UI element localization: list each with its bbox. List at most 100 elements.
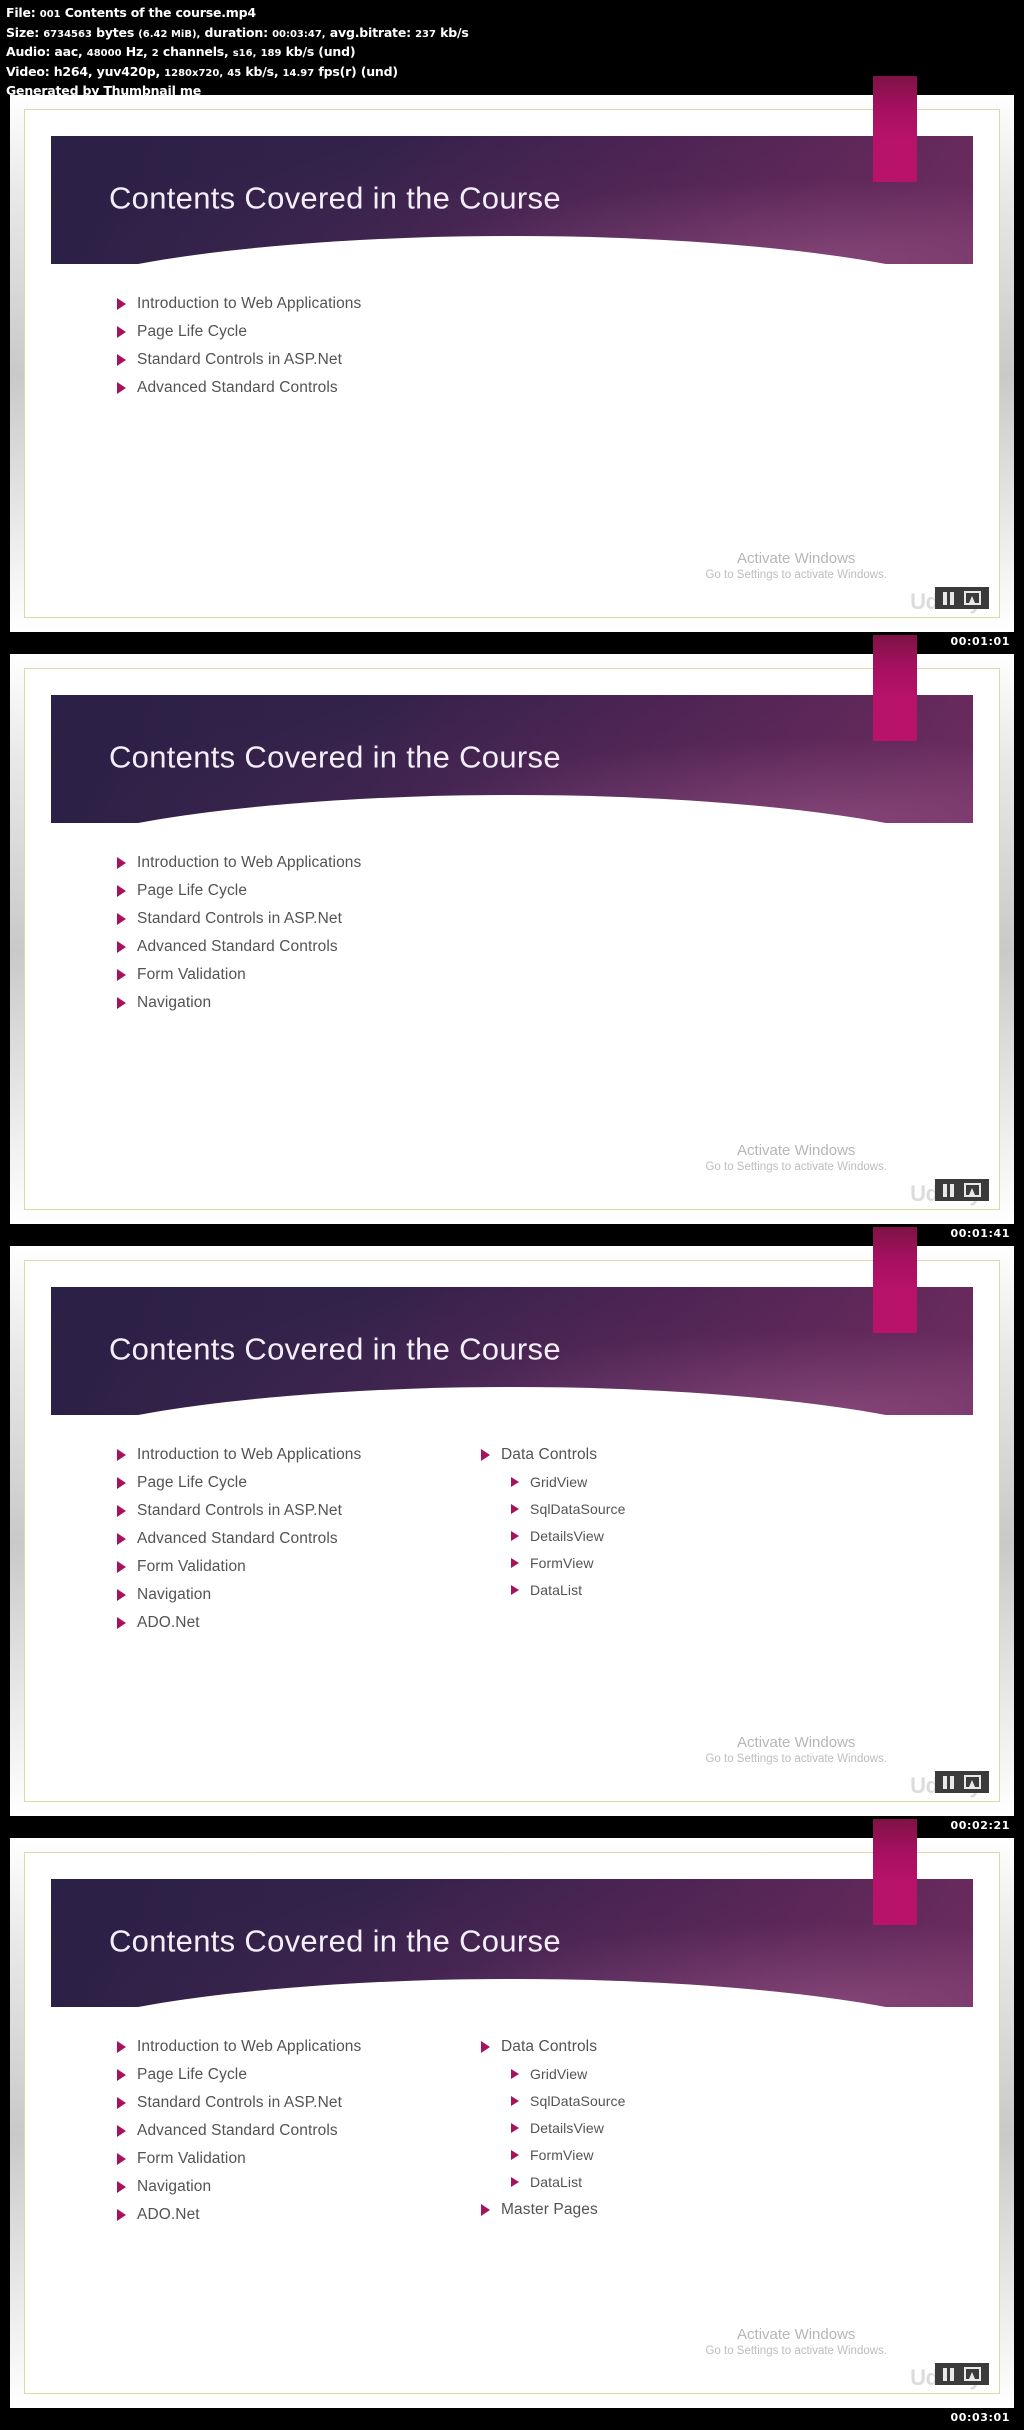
slide-title-banner: Contents Covered in the Course: [51, 1287, 973, 1415]
pause-icon[interactable]: [943, 1775, 954, 1789]
slide-title-banner: Contents Covered in the Course: [51, 136, 973, 264]
slide-thumbnail[interactable]: Contents Covered in the Course Introducti…: [0, 635, 1024, 1246]
bullet-label: Data Controls: [501, 1446, 598, 1463]
triangle-bullet-icon: [511, 2150, 519, 2160]
bullet-column-right: Data Controls GridView SqlDataSource Detail…: [455, 2037, 885, 2233]
player-overlay-controls[interactable]: [935, 1179, 989, 1201]
bullet-item: Page Life Cycle: [117, 881, 455, 900]
timestamp-bar: 00:01:41: [0, 1224, 1024, 1246]
meta-size-value: 6734563: [43, 28, 92, 40]
activate-windows-watermark: Activate Windows Go to Settings to activa…: [705, 549, 887, 583]
player-overlay-controls[interactable]: [935, 1771, 989, 1793]
bullet-label: Introduction to Web Applications: [137, 854, 362, 871]
triangle-bullet-icon: [481, 1449, 490, 1461]
bullet-column-left: Introduction to Web Applications Page Lif…: [25, 1445, 455, 1641]
slide-timestamp: 00:03:01: [950, 2411, 1010, 2424]
bullet-label: Master Pages: [501, 2201, 598, 2218]
slide-thumbnail[interactable]: Contents Covered in the Course Introducti…: [0, 76, 1024, 654]
slide-frame: Contents Covered in the Course Introducti…: [10, 1819, 1014, 2408]
bullet-item: Page Life Cycle: [117, 1473, 455, 1492]
player-overlay-controls[interactable]: [935, 2363, 989, 2385]
slide-thumbnail[interactable]: Contents Covered in the Course Introducti…: [0, 1819, 1024, 2430]
slide-timestamp: 00:01:41: [950, 1227, 1010, 1240]
slide-frame: Contents Covered in the Course Introducti…: [10, 76, 1014, 632]
bullet-item: FormView: [511, 1554, 885, 1573]
bullet-item: Advanced Standard Controls: [117, 937, 455, 956]
triangle-bullet-icon: [511, 2177, 519, 2187]
bullet-label: ADO.Net: [137, 1614, 200, 1631]
slide-canvas: Contents Covered in the Course Introducti…: [24, 1227, 1000, 1802]
bullet-label: GridView: [530, 1474, 588, 1490]
meta-audio-label: Audio:: [6, 44, 51, 59]
bullet-label: Advanced Standard Controls: [137, 1530, 338, 1547]
bullet-item: Page Life Cycle: [117, 322, 455, 341]
bullet-label: Page Life Cycle: [137, 882, 248, 899]
bullet-label: Data Controls: [501, 2038, 598, 2055]
triangle-bullet-icon: [117, 2153, 126, 2165]
meta-video-fps-unit: fps(r) (und): [318, 63, 398, 79]
slide-content-body: Introduction to Web Applications Page Lif…: [25, 2007, 999, 2233]
bullet-label: FormView: [530, 2147, 594, 2163]
slide-title: Contents Covered in the Course: [109, 739, 561, 775]
triangle-bullet-icon: [511, 1531, 519, 1541]
slide-content-body: Introduction to Web Applications Page Lif…: [25, 823, 999, 1021]
pause-icon[interactable]: [943, 591, 954, 605]
bullet-item: Navigation: [117, 1585, 455, 1604]
timestamp-bar: 00:03:01: [0, 2408, 1024, 2430]
bullet-label: Standard Controls in ASP.Net: [137, 2094, 342, 2111]
bullet-label: DataList: [530, 1582, 583, 1598]
bullet-item: Standard Controls in ASP.Net: [117, 2093, 455, 2112]
meta-duration-label: duration:: [204, 24, 269, 40]
slide-thumbnail[interactable]: Contents Covered in the Course Introducti…: [0, 1227, 1024, 1838]
activate-windows-title: Activate Windows: [737, 1734, 856, 1751]
meta-video-resolution: 1280x720,: [164, 67, 224, 79]
bullet-column-left: Introduction to Web Applications Page Lif…: [25, 294, 455, 406]
bullet-label: Navigation: [137, 994, 212, 1011]
triangle-bullet-icon: [481, 2041, 490, 2053]
bullet-item: Form Validation: [117, 2149, 455, 2168]
meta-size-unit: bytes: [96, 24, 135, 40]
pause-icon[interactable]: [943, 1183, 954, 1197]
bullet-label: DetailsView: [530, 1528, 604, 1544]
triangle-bullet-icon: [117, 354, 126, 366]
triangle-bullet-icon: [117, 2097, 126, 2109]
triangle-bullet-icon: [511, 2123, 519, 2133]
bullet-item: FormView: [511, 2146, 885, 2165]
slide-title-banner: Contents Covered in the Course: [51, 1879, 973, 2007]
present-screen-icon[interactable]: [964, 2367, 981, 2381]
triangle-bullet-icon: [117, 997, 126, 1009]
triangle-bullet-icon: [117, 969, 126, 981]
accent-tab: [873, 635, 917, 741]
bullet-item: Standard Controls in ASP.Net: [117, 909, 455, 928]
bullet-item: GridView: [511, 1473, 885, 1492]
timestamp-bar: 00:01:01: [0, 632, 1024, 654]
meta-file-index: 001: [39, 9, 61, 20]
triangle-bullet-icon: [511, 1504, 519, 1514]
present-screen-icon[interactable]: [964, 1183, 981, 1197]
bullet-item: DetailsView: [511, 2119, 885, 2138]
slide-title-banner: Contents Covered in the Course: [51, 695, 973, 823]
activate-windows-subtitle: Go to Settings to activate Windows.: [705, 1161, 887, 1173]
bullet-column-left: Introduction to Web Applications Page Lif…: [25, 2037, 455, 2233]
bullet-label: Standard Controls in ASP.Net: [137, 910, 342, 927]
slide-thumbnail-list: Contents Covered in the Course Introducti…: [0, 76, 1024, 2430]
bullet-label: Form Validation: [137, 966, 246, 983]
pause-icon[interactable]: [943, 2367, 954, 2381]
slide-frame: Contents Covered in the Course Introducti…: [10, 1227, 1014, 1816]
bullet-item: Data Controls: [481, 2037, 885, 2056]
bullet-item: ADO.Net: [117, 2205, 455, 2224]
bullet-item: Advanced Standard Controls: [117, 1529, 455, 1548]
meta-file-value: Contents of the course.mp4: [64, 5, 256, 20]
bullet-item: Master Pages: [481, 2200, 885, 2219]
bullet-label: Form Validation: [137, 1558, 246, 1575]
present-screen-icon[interactable]: [964, 591, 981, 605]
activate-windows-subtitle: Go to Settings to activate Windows.: [705, 1753, 887, 1765]
banner-curve-decoration: [51, 1387, 973, 1415]
meta-audio-rate: 48000: [86, 48, 122, 59]
activate-windows-watermark: Activate Windows Go to Settings to activa…: [705, 2325, 887, 2359]
meta-line-audio: Audio: aac, 48000 Hz, 2 channels, s16, 1…: [6, 43, 1018, 63]
player-overlay-controls[interactable]: [935, 587, 989, 609]
meta-audio-channels: channels,: [162, 44, 229, 59]
bullet-label: Advanced Standard Controls: [137, 379, 338, 396]
present-screen-icon[interactable]: [964, 1775, 981, 1789]
